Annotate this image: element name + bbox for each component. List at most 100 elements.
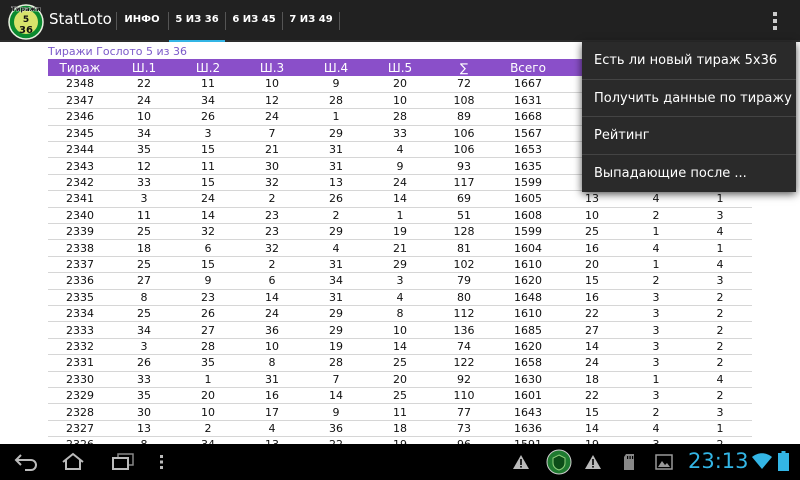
menu-item-dropping-after[interactable]: Выпадающие после ... [582,155,796,193]
table-row[interactable]: 2332 3 28 10 19 14 74 1620 14 3 2 [48,338,752,356]
table-cell: 7 [304,371,368,388]
table-cell: 19 [560,436,624,444]
table-cell: 15 [176,256,240,274]
table-cell: 29 [368,256,432,274]
table-cell: 2 [624,207,688,225]
table-cell: 4 [688,371,752,388]
table-cell: 2327 [48,420,112,438]
sd-card-icon[interactable] [622,453,636,471]
app-logo-icon[interactable]: Тиражи 5 36 [8,2,44,40]
menu-item-get-draw-data[interactable]: Получить данные по тиражу [582,80,796,117]
table-cell: 25 [368,387,432,405]
table-row[interactable]: 2327 13 2 4 36 18 73 1636 14 4 1 [48,420,752,438]
table-cell: 19 [368,436,432,444]
table-cell: 3 [688,403,752,421]
table-cell: 9 [304,403,368,421]
image-icon[interactable] [655,454,673,470]
table-row[interactable]: 2333 34 27 36 29 10 136 1685 27 3 2 [48,321,752,339]
table-cell: 10 [560,207,624,225]
table-cell: 1605 [496,190,560,208]
app-logo-text-mid: 5 [23,15,29,25]
table-cell: 10 [240,338,304,356]
table-cell: 24 [560,354,624,372]
table-cell: 2339 [48,223,112,241]
table-cell: 51 [432,207,496,225]
table-cell: 1630 [496,371,560,388]
table-cell: 30 [112,403,176,421]
column-header: Ш.1 [112,59,176,76]
table-cell: 1601 [496,387,560,405]
table-cell: 2343 [48,157,112,175]
warning-icon[interactable] [512,454,530,470]
table-cell: 28 [304,354,368,372]
table-cell: 2342 [48,174,112,192]
table-cell: 110 [432,387,496,405]
table-cell: 10 [368,92,432,110]
table-cell: 31 [304,157,368,175]
table-cell: 27 [176,321,240,339]
table-cell: 12 [240,92,304,110]
table-cell: 3 [624,436,688,444]
table-cell: 1599 [496,174,560,192]
table-cell: 112 [432,305,496,323]
table-row[interactable]: 2336 27 9 6 34 3 79 1620 15 2 3 [48,272,752,290]
table-cell: 1653 [496,141,560,159]
table-row[interactable]: 2329 35 20 16 14 25 110 1601 22 3 2 [48,387,752,405]
table-cell: 14 [240,289,304,306]
table-cell: 3 [112,338,176,356]
table-cell: 3 [624,338,688,356]
table-cell: 1635 [496,157,560,175]
warning-icon[interactable] [584,454,602,470]
table-cell: 22 [560,305,624,323]
system-clock: 23:13 [688,449,749,473]
recents-icon[interactable] [112,453,134,471]
menu-item-new-draw[interactable]: Есть ли новый тираж 5х36 [582,42,796,80]
table-row[interactable]: 2334 25 26 24 29 8 112 1610 22 3 2 [48,305,752,323]
table-cell: 4 [304,239,368,257]
tab-7-of-49[interactable]: 7 ИЗ 49 [283,0,339,42]
column-header: Ш.5 [368,59,432,76]
table-cell: 1591 [496,436,560,444]
table-row[interactable]: 2328 30 10 17 9 11 77 1643 15 2 3 [48,403,752,421]
tab-6-of-45[interactable]: 6 ИЗ 45 [226,0,282,42]
table-row[interactable]: 2335 8 23 14 31 4 80 1648 16 3 2 [48,289,752,306]
table-cell: 11 [176,157,240,175]
table-cell: 72 [432,76,496,93]
table-cell: 36 [240,321,304,339]
table-cell: 2348 [48,76,112,93]
table-cell: 34 [112,321,176,339]
more-vert-icon[interactable] [768,10,782,32]
table-cell: 33 [112,174,176,192]
back-icon[interactable] [14,452,38,472]
table-cell: 69 [432,190,496,208]
table-cell: 10 [176,403,240,421]
table-cell: 2 [688,387,752,405]
table-cell: 1 [624,256,688,274]
table-row[interactable]: 23268341322199615911932 [48,436,752,444]
table-row[interactable]: 2338 18 6 32 4 21 81 1604 16 4 1 [48,239,752,257]
table-row[interactable]: 2337 25 15 2 31 29 102 1610 20 1 4 [48,256,752,274]
table-cell: 29 [304,223,368,241]
table-cell: 11 [368,403,432,421]
tab-info[interactable]: ИНФО [116,0,168,42]
table-cell: 11 [112,207,176,225]
shield-app-icon[interactable] [545,449,573,475]
table-row[interactable]: 2331 26 35 8 28 25 122 1658 24 3 2 [48,354,752,372]
menu-item-rating[interactable]: Рейтинг [582,117,796,155]
action-bar: Тиражи 5 36 StatLoto ИНФО 5 ИЗ 36 6 ИЗ 4… [0,0,800,43]
table-cell: 2345 [48,125,112,143]
menu-dots-icon[interactable] [159,454,165,470]
table-row[interactable]: 2340 11 14 23 2 1 51 1608 10 2 3 [48,207,752,225]
tab-5-of-36[interactable]: 5 ИЗ 36 [169,0,225,43]
app-logo-text-top: Тиражи [11,5,40,13]
table-cell: 79 [432,272,496,290]
table-row[interactable]: 2341 3 24 2 26 14 69 1605 13 4 1 [48,190,752,208]
table-cell: 4 [368,289,432,306]
table-cell: 29 [304,321,368,339]
table-row[interactable]: 2330 33 1 31 7 20 92 1630 18 1 4 [48,371,752,388]
table-cell: 2338 [48,239,112,257]
table-cell: 6 [176,239,240,257]
table-row[interactable]: 2339 25 32 23 29 19 128 1599 25 1 4 [48,223,752,241]
table-cell: 3 [368,272,432,290]
home-icon[interactable] [60,452,86,472]
